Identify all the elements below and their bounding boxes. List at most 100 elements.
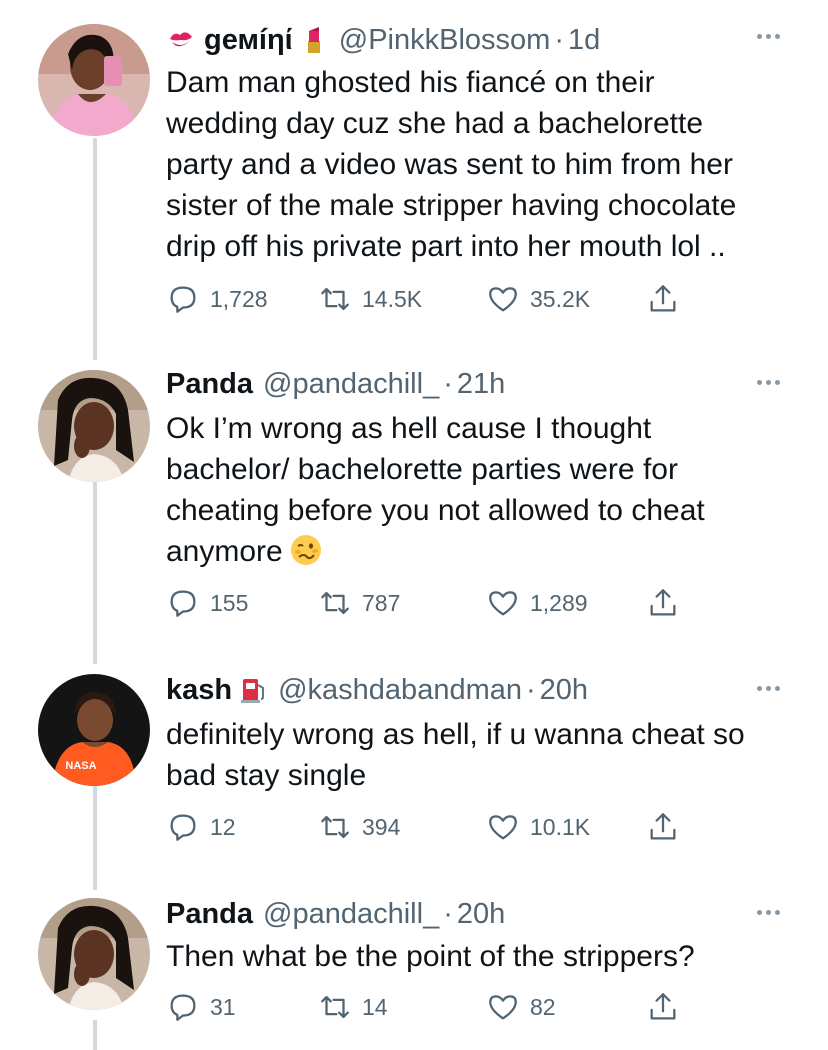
nasa-logo: NASA (65, 760, 96, 772)
share-button[interactable] (646, 282, 690, 316)
tweet[interactable]: gемíηί @PinkkBlossom · 1d Dam man ghoste… (0, 0, 828, 360)
like-button[interactable]: 35.2K (486, 282, 590, 316)
share-icon (650, 993, 676, 1020)
reply-count: 1,728 (210, 285, 268, 312)
reply-button[interactable]: 31 (166, 990, 236, 1024)
retweet-count: 787 (362, 589, 401, 616)
retweet-icon (321, 995, 349, 1019)
heart-icon (489, 815, 517, 840)
tweet-line: definitely wrong as hell, if u wanna che… (166, 718, 745, 751)
separator-dot: · (443, 897, 453, 930)
tweet-line: Dam man ghosted his fiancé on their (166, 66, 655, 99)
retweet-count: 394 (362, 813, 401, 840)
reply-icon (170, 590, 196, 617)
more-options-icon[interactable] (757, 34, 780, 39)
reply-button[interactable]: 12 (166, 810, 236, 844)
tweet-line: bad stay single (166, 759, 367, 792)
tweet-actions: 31 14 82 (166, 990, 686, 1030)
share-button[interactable] (646, 810, 690, 844)
retweet-button[interactable]: 14 (318, 990, 388, 1024)
user-handle[interactable]: @PinkkBlossom (339, 24, 551, 57)
heart-icon (489, 287, 517, 312)
avatar[interactable] (38, 370, 150, 482)
more-options-icon[interactable] (757, 686, 780, 691)
avatar-image (38, 24, 150, 136)
share-icon (650, 589, 676, 616)
user-handle[interactable]: @pandachill_ (263, 368, 439, 401)
reply-count: 31 (210, 993, 236, 1020)
retweet-icon (321, 591, 349, 615)
tweet-actions: 1,728 14.5K 35.2K (166, 282, 686, 322)
display-name[interactable]: kash (166, 674, 232, 707)
more-options-icon[interactable] (757, 910, 780, 915)
tweet-line: wedding day cuz she had a bachelorette (166, 107, 704, 140)
retweet-button[interactable]: 14.5K (318, 282, 422, 316)
display-name[interactable]: Panda (166, 368, 253, 401)
reply-button[interactable]: 1,728 (166, 282, 268, 316)
tweet[interactable]: Panda @pandachill_ · 21h Ok I’m wrong as… (0, 360, 828, 666)
reply-button[interactable]: 155 (166, 586, 248, 620)
woozy-face-icon (290, 535, 321, 565)
timestamp[interactable]: 21h (457, 368, 505, 401)
share-icon (650, 813, 676, 840)
tweet-line: sister of the male stripper having choco… (166, 189, 737, 222)
tweet-line: cheating before you not allowed to cheat (166, 494, 705, 527)
avatar[interactable] (38, 24, 150, 136)
share-button[interactable] (646, 586, 690, 620)
like-button[interactable]: 10.1K (486, 810, 590, 844)
tweet-line: anymore (166, 535, 283, 568)
tweet-actions: 12 394 10.1K (166, 810, 686, 850)
retweet-button[interactable]: 787 (318, 586, 400, 620)
tweet-text: Dam man ghosted his fiancé on their wedd… (166, 62, 796, 267)
share-button[interactable] (646, 990, 690, 1024)
like-button[interactable]: 82 (486, 990, 556, 1024)
timestamp[interactable]: 1d (568, 24, 600, 57)
tweet[interactable]: NASA kash @kashdabandman · 20h definitel… (0, 666, 828, 890)
tweet-line: Ok I’m wrong as hell cause I thought (166, 412, 652, 445)
retweet-button[interactable]: 394 (318, 810, 400, 844)
tweet-actions: 155 787 1,289 (166, 586, 686, 626)
like-count: 82 (530, 993, 556, 1020)
kiss-mark-icon (170, 32, 192, 47)
like-count: 10.1K (530, 813, 591, 840)
timestamp[interactable]: 20h (457, 898, 505, 931)
user-handle[interactable]: @kashdabandman (278, 674, 522, 707)
heart-icon (489, 995, 517, 1020)
like-count: 35.2K (530, 285, 591, 312)
lipstick-icon (307, 27, 320, 53)
fuel-pump-icon (241, 679, 265, 703)
avatar-image (38, 898, 150, 1010)
separator-dot: · (443, 367, 453, 400)
reply-icon (170, 994, 196, 1021)
like-button[interactable]: 1,289 (486, 586, 588, 620)
retweet-count: 14 (362, 993, 388, 1020)
reply-count: 12 (210, 813, 236, 840)
tweet-text: definitely wrong as hell, if u wanna che… (166, 714, 796, 796)
separator-dot: · (526, 673, 536, 706)
more-options-icon[interactable] (757, 380, 780, 385)
tweet-line: bachelor/ bachelorette parties were for (166, 453, 678, 486)
timestamp[interactable]: 20h (540, 674, 588, 707)
display-name[interactable]: gемíηί (204, 24, 293, 57)
tweet-text: Then what be the point of the strippers? (166, 936, 796, 977)
retweet-icon (321, 287, 349, 311)
retweet-icon (321, 815, 349, 839)
heart-icon (489, 591, 517, 616)
tweet-line: drip off his private part into her mouth… (166, 230, 726, 263)
like-count: 1,289 (530, 589, 588, 616)
share-icon (650, 285, 676, 312)
tweet-line: party and a video was sent to him from h… (166, 148, 733, 181)
reply-icon (170, 286, 196, 313)
user-handle[interactable]: @pandachill_ (263, 898, 439, 931)
separator-dot: · (554, 23, 564, 56)
avatar-image (38, 370, 150, 482)
avatar[interactable] (38, 898, 150, 1010)
tweet[interactable]: Panda @pandachill_ · 20h Then what be th… (0, 890, 828, 1044)
tweet-line: Then what be the point of the strippers? (166, 940, 695, 973)
avatar[interactable]: NASA (38, 674, 150, 786)
retweet-count: 14.5K (362, 285, 423, 312)
reply-count: 155 (210, 589, 249, 616)
display-name[interactable]: Panda (166, 898, 253, 931)
tweet-text: Ok I’m wrong as hell cause I thought bac… (166, 408, 796, 572)
reply-icon (170, 814, 196, 841)
